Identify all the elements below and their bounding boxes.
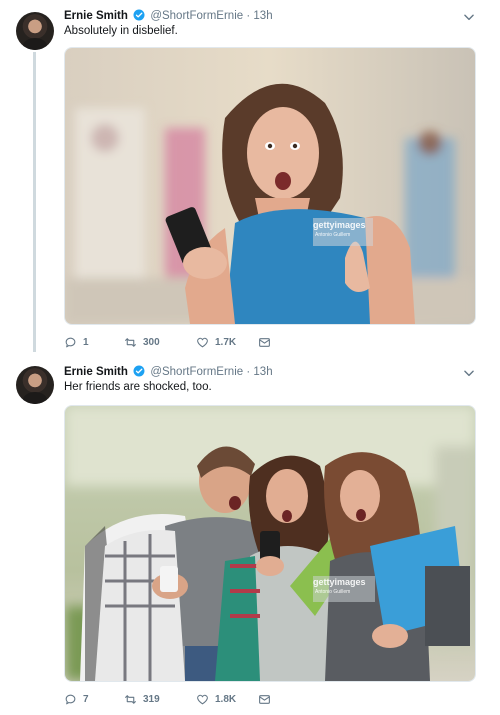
- direct-message-button[interactable]: [258, 336, 271, 349]
- tweet-actions: 7 319 1.8K: [64, 691, 271, 707]
- like-icon: [197, 694, 208, 704]
- reply-button[interactable]: 1: [64, 336, 124, 349]
- tweet-photo[interactable]: [64, 47, 476, 325]
- message-icon: [259, 694, 270, 704]
- retweet-icon: [125, 337, 136, 347]
- reply-button[interactable]: 7: [64, 693, 124, 706]
- tweet-header: Ernie Smith @ShortFormErnie · 13h: [64, 9, 273, 25]
- avatar[interactable]: [16, 366, 54, 404]
- retweet-count: 319: [143, 693, 160, 705]
- author-handle[interactable]: @ShortFormErnie: [150, 366, 243, 378]
- like-count: 1.8K: [215, 693, 237, 705]
- photo-watermark: gettyimages: [313, 220, 366, 230]
- verified-icon: [133, 9, 145, 25]
- separator: ·: [246, 10, 251, 22]
- tweet-text: Her friends are shocked, too.: [64, 381, 212, 393]
- chevron-down-icon[interactable]: [462, 366, 476, 380]
- like-button[interactable]: 1.8K: [196, 693, 258, 706]
- like-icon: [197, 337, 208, 347]
- like-button[interactable]: 1.7K: [196, 336, 258, 349]
- verified-icon: [133, 365, 145, 381]
- reply-count: 1: [83, 336, 89, 348]
- retweet-button[interactable]: 319: [124, 693, 196, 706]
- photo-credit: Antonio Guillem: [315, 589, 351, 595]
- tweet-actions: 1 300 1.7K: [64, 334, 271, 350]
- tweet[interactable]: Ernie Smith @ShortFormErnie · 13h Her fr…: [0, 360, 500, 715]
- author-name[interactable]: Ernie Smith: [64, 10, 128, 22]
- timestamp[interactable]: 13h: [253, 10, 272, 22]
- tweet-header: Ernie Smith @ShortFormErnie · 13h: [64, 365, 273, 381]
- tweet-photo[interactable]: [64, 405, 476, 682]
- timestamp[interactable]: 13h: [253, 366, 272, 378]
- author-name[interactable]: Ernie Smith: [64, 366, 128, 378]
- chevron-down-icon[interactable]: [462, 10, 476, 24]
- reply-icon: [65, 694, 76, 704]
- reply-icon: [65, 337, 76, 347]
- reply-count: 7: [83, 693, 89, 705]
- author-handle[interactable]: @ShortFormErnie: [150, 10, 243, 22]
- direct-message-button[interactable]: [258, 693, 271, 706]
- retweet-button[interactable]: 300: [124, 336, 196, 349]
- photo-watermark: gettyimages: [313, 577, 366, 587]
- avatar[interactable]: [16, 12, 54, 50]
- tweet-text: Absolutely in disbelief.: [64, 25, 178, 37]
- photo-credit: Antonio Guillem: [315, 232, 351, 238]
- message-icon: [259, 337, 270, 347]
- like-count: 1.7K: [215, 336, 237, 348]
- separator: ·: [246, 366, 251, 378]
- retweet-count: 300: [143, 336, 160, 348]
- tweet[interactable]: Ernie Smith @ShortFormErnie · 13h Absolu…: [0, 0, 500, 360]
- retweet-icon: [125, 694, 136, 704]
